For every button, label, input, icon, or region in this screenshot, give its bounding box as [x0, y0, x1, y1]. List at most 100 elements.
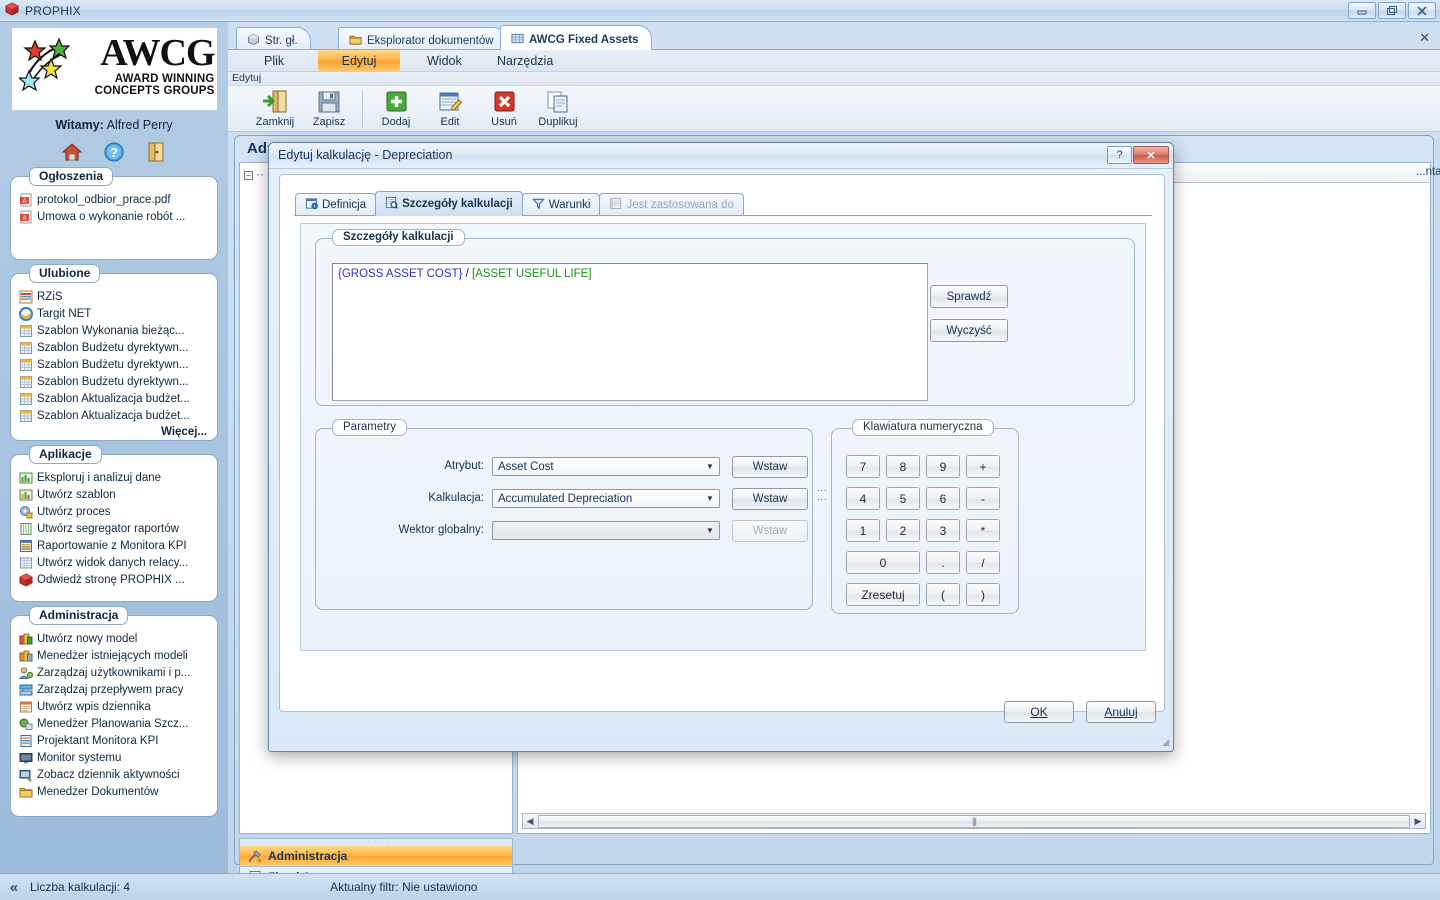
- global-vector-select[interactable]: ▼: [492, 521, 720, 540]
- keypad-1[interactable]: 1: [846, 519, 880, 542]
- toolbar-zapisz-button[interactable]: Zapisz: [302, 88, 356, 128]
- keypad-multiply[interactable]: *: [966, 519, 1000, 542]
- keypad-dot[interactable]: .: [926, 551, 960, 574]
- menu-edytuj[interactable]: Edytuj: [318, 50, 400, 72]
- menu-plik[interactable]: Plik: [250, 50, 298, 72]
- list-item[interactable]: A Umowa o wykonanie robót ...: [17, 208, 211, 225]
- list-item[interactable]: Menedżer istniejących modeli: [17, 647, 211, 664]
- chevron-down-icon[interactable]: ▼: [702, 459, 718, 474]
- more-link[interactable]: Więcej...: [17, 426, 211, 438]
- keypad-7[interactable]: 7: [846, 455, 880, 478]
- tab-awcg-fixed-assets[interactable]: AWCG Fixed Assets: [500, 25, 652, 50]
- list-item[interactable]: Projektant Monitora KPI: [17, 732, 211, 749]
- list-item[interactable]: Utwórz wpis dziennika: [17, 698, 211, 715]
- list-item[interactable]: Szablon Budżetu dyrektywn...: [17, 356, 211, 373]
- splitter-grip[interactable]: · · · · ·: [240, 839, 512, 846]
- tab-eksplorator-dokumentow[interactable]: Eksplorator dokumentów: [338, 27, 507, 50]
- keypad-divide[interactable]: /: [966, 551, 1000, 574]
- tab-warunki[interactable]: Warunki: [521, 193, 601, 216]
- list-item[interactable]: Szablon Wykonania bieżąc...: [17, 322, 211, 339]
- collapse-sidebar-icon[interactable]: «: [0, 879, 28, 896]
- chevron-down-icon[interactable]: ▼: [702, 523, 718, 538]
- keypad-plus[interactable]: +: [966, 455, 1000, 478]
- dialog-help-button[interactable]: ?: [1107, 146, 1132, 164]
- dialog-titlebar[interactable]: Edytuj kalkulację - Depreciation ? ✕: [269, 143, 1173, 169]
- list-item[interactable]: RZiS: [17, 288, 211, 305]
- insert-calculation-button[interactable]: Wstaw: [732, 488, 808, 510]
- list-item[interactable]: Utwórz proces: [17, 503, 211, 520]
- menu-widok[interactable]: Widok: [413, 50, 476, 72]
- calculation-select[interactable]: Accumulated Depreciation ▼: [492, 489, 720, 508]
- list-item[interactable]: A protokol_odbior_prace.pdf: [17, 191, 211, 208]
- check-formula-button[interactable]: Sprawdź: [930, 285, 1008, 308]
- list-item[interactable]: Targit NET: [17, 305, 211, 322]
- insert-global-vector-button[interactable]: Wstaw: [732, 520, 808, 542]
- close-button[interactable]: [1408, 2, 1436, 19]
- insert-attribute-button[interactable]: Wstaw: [732, 456, 808, 478]
- toolbar-zamknij-button[interactable]: Zamknij: [248, 88, 302, 128]
- keypad-0[interactable]: 0: [846, 551, 920, 574]
- list-item[interactable]: Utwórz segregator raportów: [17, 520, 211, 537]
- keypad-open-paren[interactable]: (: [926, 583, 960, 606]
- dialog-close-button[interactable]: ✕: [1133, 146, 1169, 164]
- keypad-2[interactable]: 2: [886, 519, 920, 542]
- keypad-5[interactable]: 5: [886, 487, 920, 510]
- list-item[interactable]: Raportowanie z Monitora KPI: [17, 537, 211, 554]
- list-item[interactable]: Zarządzaj użytkownikami i p...: [17, 664, 211, 681]
- menu-narzedzia[interactable]: Narzędzia: [483, 50, 567, 72]
- ok-button[interactable]: OK: [1004, 701, 1074, 723]
- keypad-close-paren[interactable]: ): [966, 583, 1000, 606]
- list-item[interactable]: Menedżer Dokumentów: [17, 783, 211, 800]
- keypad-6[interactable]: 6: [926, 487, 960, 510]
- toolbar-usun-button[interactable]: Usuń: [477, 88, 531, 128]
- tab-szczegoly-kalkulacji[interactable]: Szczegóły kalkulacji: [375, 191, 523, 216]
- list-item[interactable]: Szablon Budżetu dyrektywn...: [17, 339, 211, 356]
- list-item[interactable]: Eksploruj i analizuj dane: [17, 469, 211, 486]
- menu-label: Widok: [427, 54, 462, 68]
- scrollbar-thumb[interactable]: |||: [538, 814, 1410, 828]
- list-item[interactable]: Zobacz dziennik aktywności: [17, 766, 211, 783]
- dialog-resize-grip[interactable]: ◢: [1162, 737, 1169, 748]
- logout-icon[interactable]: [145, 141, 167, 163]
- cancel-button[interactable]: Anuluj: [1086, 701, 1156, 723]
- list-item[interactable]: Utwórz widok danych relacy...: [17, 554, 211, 571]
- toolbar-dodaj-button[interactable]: Dodaj: [369, 88, 423, 128]
- tab-definicja[interactable]: i Definicja: [295, 193, 377, 216]
- list-item[interactable]: Utwórz nowy model: [17, 630, 211, 647]
- keypad-9[interactable]: 9: [926, 455, 960, 478]
- splitter-dots[interactable]: ⋮⋮: [817, 486, 827, 526]
- restore-button[interactable]: [1378, 2, 1406, 19]
- list-item[interactable]: Odwiedź stronę PROPHIX ...: [17, 571, 211, 588]
- chevron-down-icon[interactable]: ▼: [702, 491, 718, 506]
- list-item[interactable]: Monitor systemu: [17, 749, 211, 766]
- tab-jest-zastosowana-do[interactable]: Jest zastosowana do: [599, 193, 744, 216]
- home-icon[interactable]: [61, 141, 83, 163]
- keypad-4[interactable]: 4: [846, 487, 880, 510]
- keypad-3[interactable]: 3: [926, 519, 960, 542]
- toolbar-edit-button[interactable]: Edit: [423, 88, 477, 128]
- grid-horizontal-scrollbar[interactable]: ◀ ||| ▶: [522, 813, 1426, 829]
- close-tab-icon[interactable]: ✕: [1419, 30, 1430, 46]
- list-item[interactable]: Zarządzaj przepływem pracy: [17, 681, 211, 698]
- attribute-select[interactable]: Asset Cost ▼: [492, 457, 720, 476]
- toolbar-duplikuj-button[interactable]: Duplikuj: [531, 88, 585, 128]
- list-item[interactable]: Szablon Budżetu dyrektywn...: [17, 373, 211, 390]
- list-item[interactable]: Szablon Aktualizacja budżet...: [17, 390, 211, 407]
- tab-str-gl[interactable]: Str. gł.: [236, 27, 311, 50]
- collapse-expander-icon[interactable]: −: [244, 170, 253, 180]
- help-icon[interactable]: ?: [103, 141, 125, 163]
- key-label: Zresetuj: [861, 587, 905, 602]
- list-item[interactable]: Menedżer Planowania Szcz...: [17, 715, 211, 732]
- clear-formula-button[interactable]: Wyczyść: [930, 319, 1008, 342]
- formula-editor[interactable]: {GROSS ASSET COST} / [ASSET USEFUL LIFE]: [332, 263, 928, 401]
- list-item[interactable]: Szablon Aktualizacja budżet...: [17, 407, 211, 424]
- toolbar-label: Usuń: [491, 116, 517, 128]
- keypad-8[interactable]: 8: [886, 455, 920, 478]
- scroll-right-icon[interactable]: ▶: [1411, 816, 1425, 827]
- navitem-administracja[interactable]: Administracja: [240, 846, 512, 867]
- minimize-button[interactable]: [1348, 2, 1376, 19]
- list-item[interactable]: Utwórz szablon: [17, 486, 211, 503]
- keypad-minus[interactable]: -: [966, 487, 1000, 510]
- scroll-left-icon[interactable]: ◀: [523, 816, 537, 827]
- keypad-reset[interactable]: Zresetuj: [846, 583, 920, 606]
